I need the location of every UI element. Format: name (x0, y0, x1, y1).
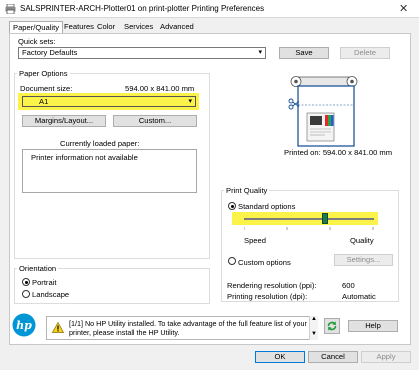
close-icon[interactable]: ✕ (399, 2, 408, 15)
document-size-dims: 594.00 x 841.00 mm (125, 84, 195, 93)
rendering-resolution-value: 600 (342, 281, 355, 290)
refresh-button[interactable] (324, 318, 340, 334)
chevron-down-icon: ▾ (188, 98, 192, 105)
orientation-label: Orientation (17, 264, 59, 273)
chevron-down-icon: ▾ (258, 49, 262, 56)
plotter-preview-icon (288, 76, 358, 147)
title-bar: SALSPRINTER-ARCH-Plotter01 on print-plot… (0, 0, 419, 18)
ok-button[interactable]: OK (255, 351, 305, 363)
loaded-paper-label: Currently loaded paper: (60, 139, 140, 148)
quick-sets-label: Quick sets: (18, 37, 56, 46)
standard-options-radio[interactable] (228, 202, 236, 210)
standard-options-label: Standard options (238, 202, 296, 211)
slider-tick-marks (243, 227, 374, 230)
tab-color[interactable]: Color (94, 21, 118, 33)
loaded-paper-text: Printer information not available (31, 153, 138, 162)
cancel-button[interactable]: Cancel (308, 351, 358, 363)
loaded-paper-box: Printer information not available (22, 149, 197, 193)
quality-slider-track[interactable] (244, 218, 374, 220)
quick-sets-value: Factory Defaults (22, 48, 78, 57)
quick-sets-select[interactable]: Factory Defaults ▾ (18, 47, 266, 59)
delete-button[interactable]: Delete (340, 47, 390, 59)
margins-layout-button[interactable]: Margins/Layout... (22, 115, 106, 127)
portrait-radio[interactable] (22, 278, 30, 286)
save-button[interactable]: Save (279, 47, 329, 59)
tab-features[interactable]: Features (61, 21, 97, 33)
hp-logo-text: hp (16, 319, 32, 332)
refresh-icon (327, 321, 337, 331)
paper-options-label: Paper Options (17, 69, 70, 78)
printed-on-label: Printed on: 594.00 x 841.00 mm (284, 148, 393, 157)
tab-services[interactable]: Services (121, 21, 156, 33)
tab-advanced[interactable]: Advanced (157, 21, 197, 33)
message-text: [1/1] No HP Utility installed. To take a… (69, 319, 307, 337)
document-size-select[interactable]: A1 ▾ (22, 96, 196, 107)
scroll-up-icon[interactable]: ▲ (311, 316, 317, 322)
printing-resolution-value: Automatic (342, 292, 376, 301)
slider-ticks (243, 223, 374, 230)
speed-label: Speed (244, 236, 266, 245)
print-quality-label: Print Quality (224, 186, 270, 195)
help-button[interactable]: Help (348, 320, 398, 332)
scroll-down-icon[interactable]: ▼ (311, 331, 317, 337)
document-size-value: A1 (39, 97, 49, 106)
custom-size-button[interactable]: Custom... (113, 115, 197, 127)
landscape-label: Landscape (32, 290, 70, 299)
printing-resolution-label: Printing resolution (dpi): (227, 292, 308, 301)
message-scrollbar[interactable]: ▲ ▼ (309, 316, 318, 340)
landscape-radio[interactable] (22, 290, 30, 298)
document-size-label: Document size: (20, 84, 73, 93)
custom-options-radio[interactable] (228, 257, 236, 265)
quality-label: Quality (350, 236, 374, 245)
message-box: [1/1] No HP Utility installed. To take a… (46, 316, 318, 340)
warning-icon (52, 322, 64, 333)
rendering-resolution-label: Rendering resolution (ppi): (227, 281, 317, 290)
apply-button[interactable]: Apply (361, 351, 411, 363)
printer-icon (5, 4, 16, 14)
custom-options-label: Custom options (238, 258, 291, 267)
hp-logo-icon: hp (12, 313, 36, 337)
settings-button[interactable]: Settings... (334, 254, 393, 266)
portrait-label: Portrait (32, 278, 57, 287)
window-title: SALSPRINTER-ARCH-Plotter01 on print-plot… (20, 4, 265, 13)
